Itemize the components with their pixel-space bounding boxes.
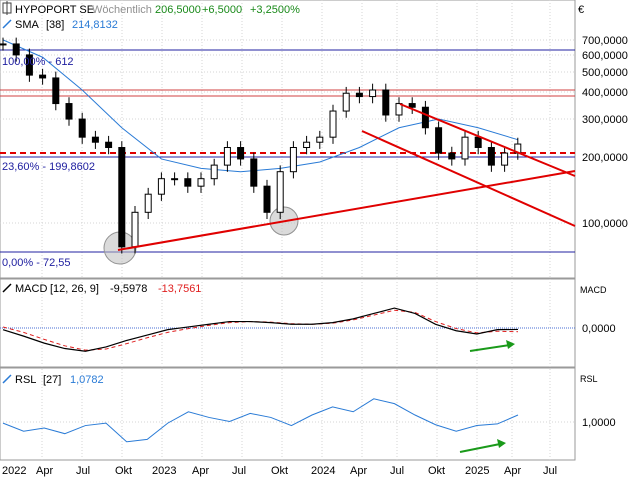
price-candle: [474, 136, 482, 149]
price-candle: [435, 127, 443, 154]
x-tick: Okt: [428, 465, 445, 477]
price-candle: [12, 43, 20, 56]
stock-chart: HYPOPORT SE Wöchentlich 206,5000 +6,5000…: [0, 0, 628, 477]
sma-label: SMA: [15, 19, 40, 31]
sma-value: 214,8132: [72, 19, 118, 31]
x-tick: Okt: [115, 465, 132, 477]
price-axis: € 700,0000 600,0000 500,0000 400,0000 30…: [578, 4, 628, 230]
price-tick: 300,0000: [582, 114, 628, 126]
price-candle: [0, 43, 7, 46]
price-candle: [369, 89, 377, 98]
price-candle: [276, 171, 284, 213]
fib-236-label: 23,60% - 199,8602: [2, 161, 95, 173]
macd-label: MACD: [15, 283, 47, 295]
price-change-pct: +3,2500%: [250, 4, 300, 16]
rsl-value: 1,0782: [70, 374, 104, 386]
price-candle: [197, 178, 205, 187]
price-candle: [171, 178, 179, 181]
price-candle: [144, 193, 152, 213]
last-price: 206,5000: [155, 4, 201, 16]
x-tick: Apr: [192, 465, 209, 477]
price-candle: [329, 110, 337, 138]
price-candle: [52, 77, 60, 105]
x-tick: Jul: [76, 465, 90, 477]
sma-period: [38]: [46, 19, 64, 31]
price-change: +6,5000: [202, 4, 242, 16]
price-candle: [78, 118, 86, 138]
x-axis: 2022 Apr Jul Okt 2023 Apr Jul Okt 2024 A…: [2, 465, 557, 477]
price-candle: [316, 136, 324, 143]
x-tick: 2023: [152, 465, 176, 477]
fib-0-label: 0,00% - 72,55: [2, 257, 71, 269]
price-candle: [461, 136, 469, 160]
fib-100-label: 100,00% - 612: [2, 56, 74, 68]
price-candle: [157, 178, 165, 195]
macd-signal-value: -13,7561: [158, 283, 201, 295]
price-candle: [210, 164, 218, 180]
price-candle: [65, 103, 73, 120]
price-candle: [501, 152, 509, 166]
interval-label: Wöchentlich: [92, 4, 152, 16]
price-candle: [237, 147, 245, 160]
price-candle: [131, 211, 139, 248]
symbol-label: HYPOPORT SE: [15, 4, 94, 16]
x-tick: Jul: [390, 465, 404, 477]
x-tick: Apr: [504, 465, 521, 477]
x-tick: Jul: [543, 465, 557, 477]
price-candle: [487, 147, 495, 166]
macd-zero-tick: 0,0000: [582, 323, 616, 335]
x-tick: Okt: [271, 465, 288, 477]
price-candle: [448, 152, 456, 160]
price-candle: [118, 147, 126, 248]
x-tick: 2025: [465, 465, 489, 477]
price-candle: [223, 147, 231, 166]
rsl-tick: 1,0000: [582, 417, 616, 429]
price-candle: [408, 103, 416, 108]
price-tick: 500,0000: [582, 67, 628, 79]
price-candle: [382, 89, 390, 116]
price-tick: 200,0000: [582, 152, 628, 164]
x-tick: Apr: [350, 465, 367, 477]
price-candle: [421, 106, 429, 129]
rsl-label: RSL: [15, 374, 36, 386]
price-tick: 600,0000: [582, 50, 628, 62]
price-candle: [91, 136, 99, 143]
x-tick: Apr: [36, 465, 53, 477]
price-tick: 400,0000: [582, 87, 628, 99]
price-panel: [0, 0, 576, 279]
macd-params: [12, 26, 9]: [50, 283, 99, 295]
price-tick: 100,0000: [582, 218, 628, 230]
x-tick: Jul: [232, 465, 246, 477]
x-tick: 2024: [311, 465, 335, 477]
price-candle: [355, 92, 363, 98]
x-tick: 2022: [2, 465, 26, 477]
price-candle: [263, 185, 271, 213]
price-candle: [289, 147, 297, 173]
price-candle: [342, 92, 350, 112]
macd-axis-title: MACD: [580, 285, 607, 295]
rsl-header: RSL [27] 1,0782: [2, 374, 104, 386]
rsl-params: [27]: [43, 374, 61, 386]
price-candle: [105, 141, 113, 149]
price-candle: [303, 141, 311, 149]
price-candle: [184, 178, 192, 187]
price-candle: [39, 74, 47, 79]
macd-value: -9,5978: [110, 283, 147, 295]
currency-symbol: €: [578, 4, 584, 16]
price-candle: [250, 158, 258, 187]
price-tick: 700,0000: [582, 35, 628, 47]
rsl-axis-title: RSL: [580, 374, 598, 384]
